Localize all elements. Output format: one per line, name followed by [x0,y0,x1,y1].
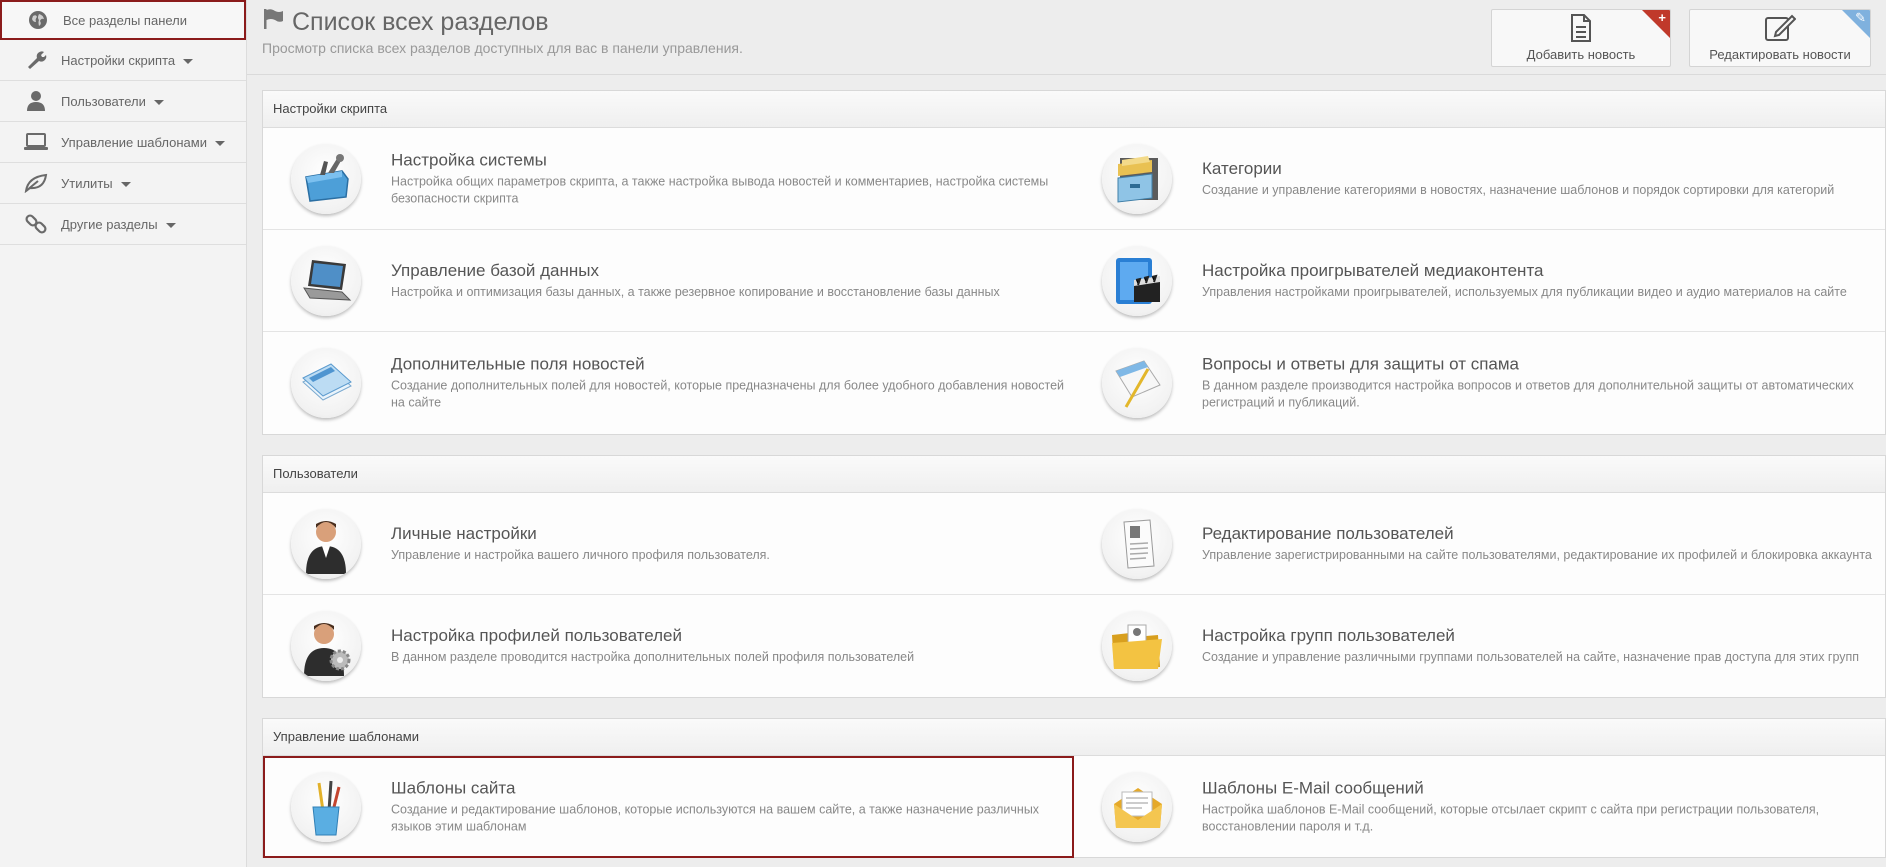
section-description: Настройка и оптимизация базы данных, а т… [391,284,1000,299]
sidebar-item-label: Утилиты [61,175,113,191]
section-categories[interactable]: Категории Создание и управление категори… [1074,128,1885,229]
panel-templates: Управление шаблонами Шаблоны сайта Созда… [262,718,1886,858]
sidebar-item-all-sections[interactable]: Все разделы панели [0,0,246,40]
section-title: Управление базой данных [391,260,599,280]
section-title: Категории [1202,158,1282,178]
person-gear-icon [291,611,361,681]
globe-icon [26,8,50,32]
section-email-templates[interactable]: Шаблоны E-Mail сообщений Настройка шабло… [1074,756,1885,858]
folder-icon [1102,611,1172,681]
pencil-icon: ✎ [1855,10,1866,25]
section-title: Редактирование пользователей [1202,523,1454,543]
sidebar-item-templates[interactable]: Управление шаблонами [0,122,246,163]
leaf-icon [24,171,48,195]
papers-icon [291,348,361,418]
wrench-icon [24,48,48,72]
envelope-icon [1102,772,1172,842]
sidebar-item-utilities[interactable]: Утилиты [0,163,246,204]
section-extra-fields[interactable]: Дополнительные поля новостей Создание до… [263,332,1074,434]
panel-row: Настройка профилей пользователей В данно… [263,595,1885,697]
main-content: Список всех разделов Просмотр списка все… [247,0,1886,867]
chevron-down-icon [120,181,131,187]
section-title: Шаблоны сайта [391,778,516,798]
pencil-cup-icon [291,772,361,842]
section-site-templates[interactable]: Шаблоны сайта Создание и редактирование … [263,756,1074,858]
user-icon [24,89,48,113]
edit-news-label: Редактировать новости [1709,47,1851,62]
panel-row: Личные настройки Управление и настройка … [263,493,1885,595]
chevron-down-icon [183,58,194,64]
panel-title: Настройки скрипта [263,91,1885,128]
section-description: Управления настройками проигрывателей, и… [1202,284,1847,299]
header-divider [247,74,1886,75]
edit-icon [1764,14,1797,45]
chevron-down-icon [165,222,176,228]
section-title: Настройка проигрывателей медиаконтента [1202,260,1544,280]
document-icon [1569,14,1593,45]
toolbox-icon [291,143,361,214]
sidebar-item-label: Пользователи [61,93,146,109]
page-title-text: Список всех разделов [292,8,549,36]
document-icon [1102,508,1172,579]
page-subtitle: Просмотр списка всех разделов доступных … [262,40,743,56]
section-title: Настройка профилей пользователей [391,626,683,645]
laptop-icon [291,245,361,316]
panel-users: Пользователи Личные настройки Управление… [262,455,1886,698]
section-description: Настройка шаблонов E-Mail сообщений, кот… [1202,802,1820,834]
section-system-settings[interactable]: Настройка системы Настройка общих параме… [263,128,1074,229]
panel-row: Дополнительные поля новостей Создание до… [263,332,1885,434]
section-user-profiles[interactable]: Настройка профилей пользователей В данно… [263,595,1074,697]
add-news-button[interactable]: + Добавить новость [1491,9,1671,67]
section-user-groups[interactable]: Настройка групп пользователей Создание и… [1074,595,1885,697]
section-description: Создание дополнительных полей для новост… [391,378,1064,410]
chevron-down-icon [153,99,164,105]
sidebar-item-other[interactable]: Другие разделы [0,204,246,245]
section-title: Настройка групп пользователей [1202,626,1455,645]
section-title: Личные настройки [391,523,537,543]
sidebar-item-script-settings[interactable]: Настройки скрипта [0,40,246,81]
file-cabinet-icon [1102,143,1172,214]
section-description: Создание и управление категориями в ново… [1202,182,1835,197]
section-personal-settings[interactable]: Личные настройки Управление и настройка … [263,493,1074,594]
section-description: Настройка общих параметров скрипта, а та… [391,174,1049,205]
panel-script-settings: Настройки скрипта Настройка системы Наст… [262,90,1886,435]
panel-row: Управление базой данных Настройка и опти… [263,230,1885,332]
panel-row: Настройка системы Настройка общих параме… [263,128,1885,230]
notepad-icon [1102,348,1172,418]
plus-icon: + [1658,10,1666,25]
section-title: Дополнительные поля новостей [391,354,645,374]
link-icon [24,212,48,236]
sidebar-item-label: Все разделы панели [63,12,188,28]
sidebar-item-label: Управление шаблонами [61,134,207,150]
section-title: Настройка системы [391,150,547,169]
section-description: Управление и настройка вашего личного пр… [391,547,770,562]
sidebar-item-label: Другие разделы [61,216,158,232]
section-spam-questions[interactable]: Вопросы и ответы для защиты от спама В д… [1074,332,1885,434]
section-description: В данном разделе производится настройка … [1202,378,1854,410]
panel-title: Пользователи [263,456,1885,493]
page-title: Список всех разделов [262,8,549,37]
media-player-icon [1102,245,1172,316]
section-database[interactable]: Управление базой данных Настройка и опти… [263,230,1074,331]
person-icon [291,508,361,579]
panel-row: Шаблоны сайта Создание и редактирование … [263,756,1885,858]
add-news-label: Добавить новость [1526,47,1636,62]
panel-title: Управление шаблонами [263,719,1885,756]
section-edit-users[interactable]: Редактирование пользователей Управление … [1074,493,1885,594]
flag-icon [262,8,284,37]
sidebar-item-users[interactable]: Пользователи [0,81,246,122]
section-title: Вопросы и ответы для защиты от спама [1202,354,1520,374]
section-media-players[interactable]: Настройка проигрывателей медиаконтента У… [1074,230,1885,331]
sidebar-item-label: Настройки скрипта [61,52,176,68]
edit-news-button[interactable]: ✎ Редактировать новости [1689,9,1871,67]
section-description: В данном разделе проводится настройка до… [391,650,915,664]
laptop-icon [24,130,48,154]
section-description: Управление зарегистрированными на сайте … [1202,547,1872,562]
section-description: Создание и управление различными группам… [1202,650,1860,664]
sidebar: Все разделы панели Настройки скрипта Пол… [0,0,247,867]
chevron-down-icon [214,140,225,146]
section-description: Создание и редактирование шаблонов, кото… [391,802,1040,834]
section-title: Шаблоны E-Mail сообщений [1202,778,1424,798]
